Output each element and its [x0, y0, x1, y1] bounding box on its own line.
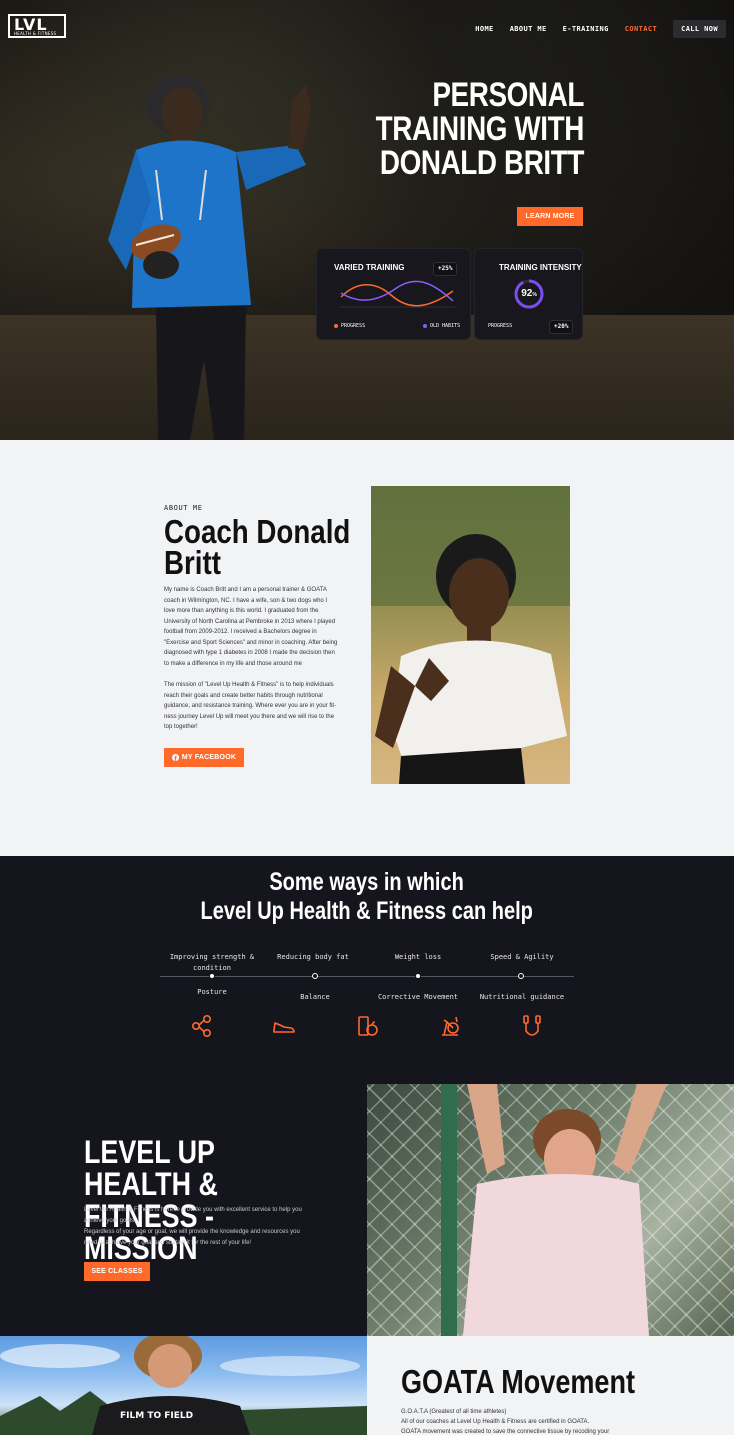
timeline-dot — [518, 973, 524, 979]
legend-progress-label: PROGRESS — [341, 323, 366, 329]
benefit-strength: Improving strength & condition — [169, 953, 255, 972]
learn-more-button[interactable]: LEARN MORE — [517, 207, 583, 226]
varied-training-chart — [339, 280, 455, 308]
legend-dot-purple — [423, 324, 427, 328]
nav-about-me[interactable]: ABOUT ME — [510, 25, 547, 33]
logo[interactable]: LVL HEALTH & FITNESS — [8, 14, 66, 38]
logo-tagline: HEALTH & FITNESS — [14, 31, 57, 36]
see-classes-button[interactable]: SEE CLASSES — [84, 1262, 150, 1281]
mission-text-line: Regardless of your age or goal, we will … — [84, 1229, 300, 1235]
coach-photo — [371, 486, 570, 784]
about-title: Coach Donald Britt — [164, 513, 404, 581]
main-nav: HOME ABOUT ME E-TRAINING CONTACT CALL NO… — [475, 20, 726, 38]
about-kicker: ABOUT ME — [164, 504, 203, 512]
mission-text: Level Up Health & Fitness is here to pro… — [84, 1205, 324, 1249]
about-bio-line: "Exercise and Sport Sciences" and minor … — [164, 639, 338, 646]
goata-title-text: GOATA Movement — [401, 1363, 636, 1400]
legend-dot-orange — [334, 324, 338, 328]
about-bio-line: to make a difference in my life and thos… — [164, 660, 302, 667]
about-bio-line: love more than anything is this world. I… — [164, 608, 319, 614]
about-bio-line: My name is Coach Britt and I am a person… — [164, 587, 327, 593]
mission-text-line: achieve your goals. — [84, 1218, 136, 1224]
about-section: ABOUT ME Coach Donald Britt My name is C… — [0, 440, 734, 856]
goata-athlete-photo: FILM TO FIELD — [0, 1336, 367, 1435]
hero-section: LVL HEALTH & FITNESS HOME ABOUT ME E-TRA… — [0, 0, 734, 440]
about-bio-line: coach in Wilmington, NC. I have a wife, … — [164, 597, 328, 604]
intensity-legend: PROGRESS — [488, 323, 513, 329]
mission-text-line: Level Up Health & Fitness is here to pro… — [84, 1207, 302, 1213]
services-section: Some ways in which Level Up Health & Fit… — [0, 856, 734, 1336]
intensity-value: 92% — [513, 289, 545, 300]
intensity-number: 92 — [521, 288, 533, 299]
services-heading-line-2: Level Up Health & Fitness can help — [200, 897, 534, 925]
goata-text-line: G.O.A.T.A (Greatest of all time athletes… — [401, 1409, 507, 1415]
about-mission: The mission of "Level Up Health & Fitnes… — [164, 680, 346, 733]
timeline-dot — [312, 973, 318, 979]
about-bio: My name is Coach Britt and I am a person… — [164, 585, 346, 669]
nav-contact[interactable]: CONTACT — [625, 25, 657, 33]
shirt-text: FILM TO FIELD — [120, 1411, 193, 1421]
athlete-fence-photo — [367, 1084, 734, 1336]
hero-title-line-3: DONALD BRITT — [379, 144, 585, 182]
timeline-dot — [415, 973, 421, 979]
about-mission-line: The mission of "Level Up Health & Fitnes… — [164, 682, 334, 688]
hero-title-line-1: PERSONAL — [432, 76, 584, 114]
goata-text-line: All of our coaches at Level Up Health & … — [401, 1419, 590, 1425]
goata-text-line: GOATA movement was created to save the c… — [401, 1429, 610, 1435]
benefit-posture: Posture — [197, 988, 227, 996]
hero-title-line-2: TRAINING WITH — [375, 110, 585, 148]
training-intensity-title: TRAINING INTENSITY — [499, 263, 582, 272]
mission-text-line: need to achieve your goal and sustain it… — [84, 1240, 252, 1246]
shoe-icon — [273, 1022, 295, 1033]
about-bio-line: diagnosed with type 1 diabetes in 2008 I… — [164, 650, 335, 656]
facebook-icon — [171, 754, 179, 761]
nav-home[interactable]: HOME — [475, 25, 493, 33]
goata-section: FILM TO FIELD GOATA Movement G.O.A.T.A (… — [0, 1336, 734, 1435]
jump-rope-icon — [523, 1015, 541, 1036]
call-now-button[interactable]: CALL NOW — [673, 20, 726, 38]
hero-title: PERSONAL TRAINING WITH DONALD BRITT — [284, 76, 585, 182]
benefit-weight-loss: Weight loss — [394, 953, 442, 961]
benefit-nutritional-guidance: Nutritional guidance — [479, 993, 565, 1001]
molecule-icon — [191, 1014, 212, 1038]
varied-training-title: VARIED TRAINING — [334, 263, 405, 272]
about-mission-line: reach their goals and create better habi… — [164, 692, 323, 699]
benefit-corrective-movement: Corrective Movement — [377, 993, 459, 1001]
exercise-bike-icon — [442, 1016, 459, 1036]
my-facebook-button[interactable]: MY FACEBOOK — [164, 748, 244, 767]
legend-old-habits: OLD HABITS — [423, 323, 460, 329]
about-mission-line: top together! — [164, 724, 198, 730]
timeline-dot — [209, 973, 215, 979]
about-mission-line: guidance, and resistance training. Where… — [164, 703, 337, 709]
services-heading: Some ways in which Level Up Health & Fit… — [0, 868, 734, 926]
my-facebook-label: MY FACEBOOK — [181, 753, 237, 761]
timeline-line — [160, 976, 574, 977]
goata-athlete-figure: FILM TO FIELD — [0, 1336, 367, 1435]
goata-title: GOATA Movement — [401, 1364, 686, 1400]
benefit-speed-agility: Speed & Agility — [490, 953, 554, 961]
training-intensity-card: TRAINING INTENSITY 92% PROGRESS +20% — [474, 248, 583, 340]
about-title-line-1: Coach Donald — [164, 513, 351, 550]
services-heading-line-1: Some ways in which — [269, 868, 465, 896]
goata-text: G.O.A.T.A (Greatest of all time athletes… — [401, 1407, 641, 1435]
about-title-line-2: Britt — [164, 544, 221, 581]
nav-e-training[interactable]: E-TRAINING — [563, 25, 609, 33]
about-bio-line: football from 2009-2012. I received a Ba… — [164, 629, 317, 635]
varied-training-card: VARIED TRAINING +25% PROGRESS OLD HABITS — [316, 248, 471, 340]
legend-old-habits-label: OLD HABITS — [430, 323, 461, 329]
varied-training-chip: +25% — [433, 262, 458, 276]
legend-progress: PROGRESS — [334, 323, 365, 329]
nutrition-icon — [358, 1016, 378, 1036]
intensity-chip: +20% — [549, 320, 574, 334]
benefit-balance: Balance — [300, 993, 330, 1001]
about-bio-line: University of North Carolina at Pembroke… — [164, 618, 336, 625]
benefit-body-fat: Reducing body fat — [277, 953, 349, 961]
coach-figure — [371, 486, 570, 784]
intensity-unit: % — [532, 292, 537, 298]
athlete-figure — [441, 1084, 667, 1336]
about-mission-line: ness journey Level Up will meet you ther… — [164, 713, 335, 720]
mission-title-line-1: LEVEL UP HEALTH & — [84, 1134, 218, 1202]
